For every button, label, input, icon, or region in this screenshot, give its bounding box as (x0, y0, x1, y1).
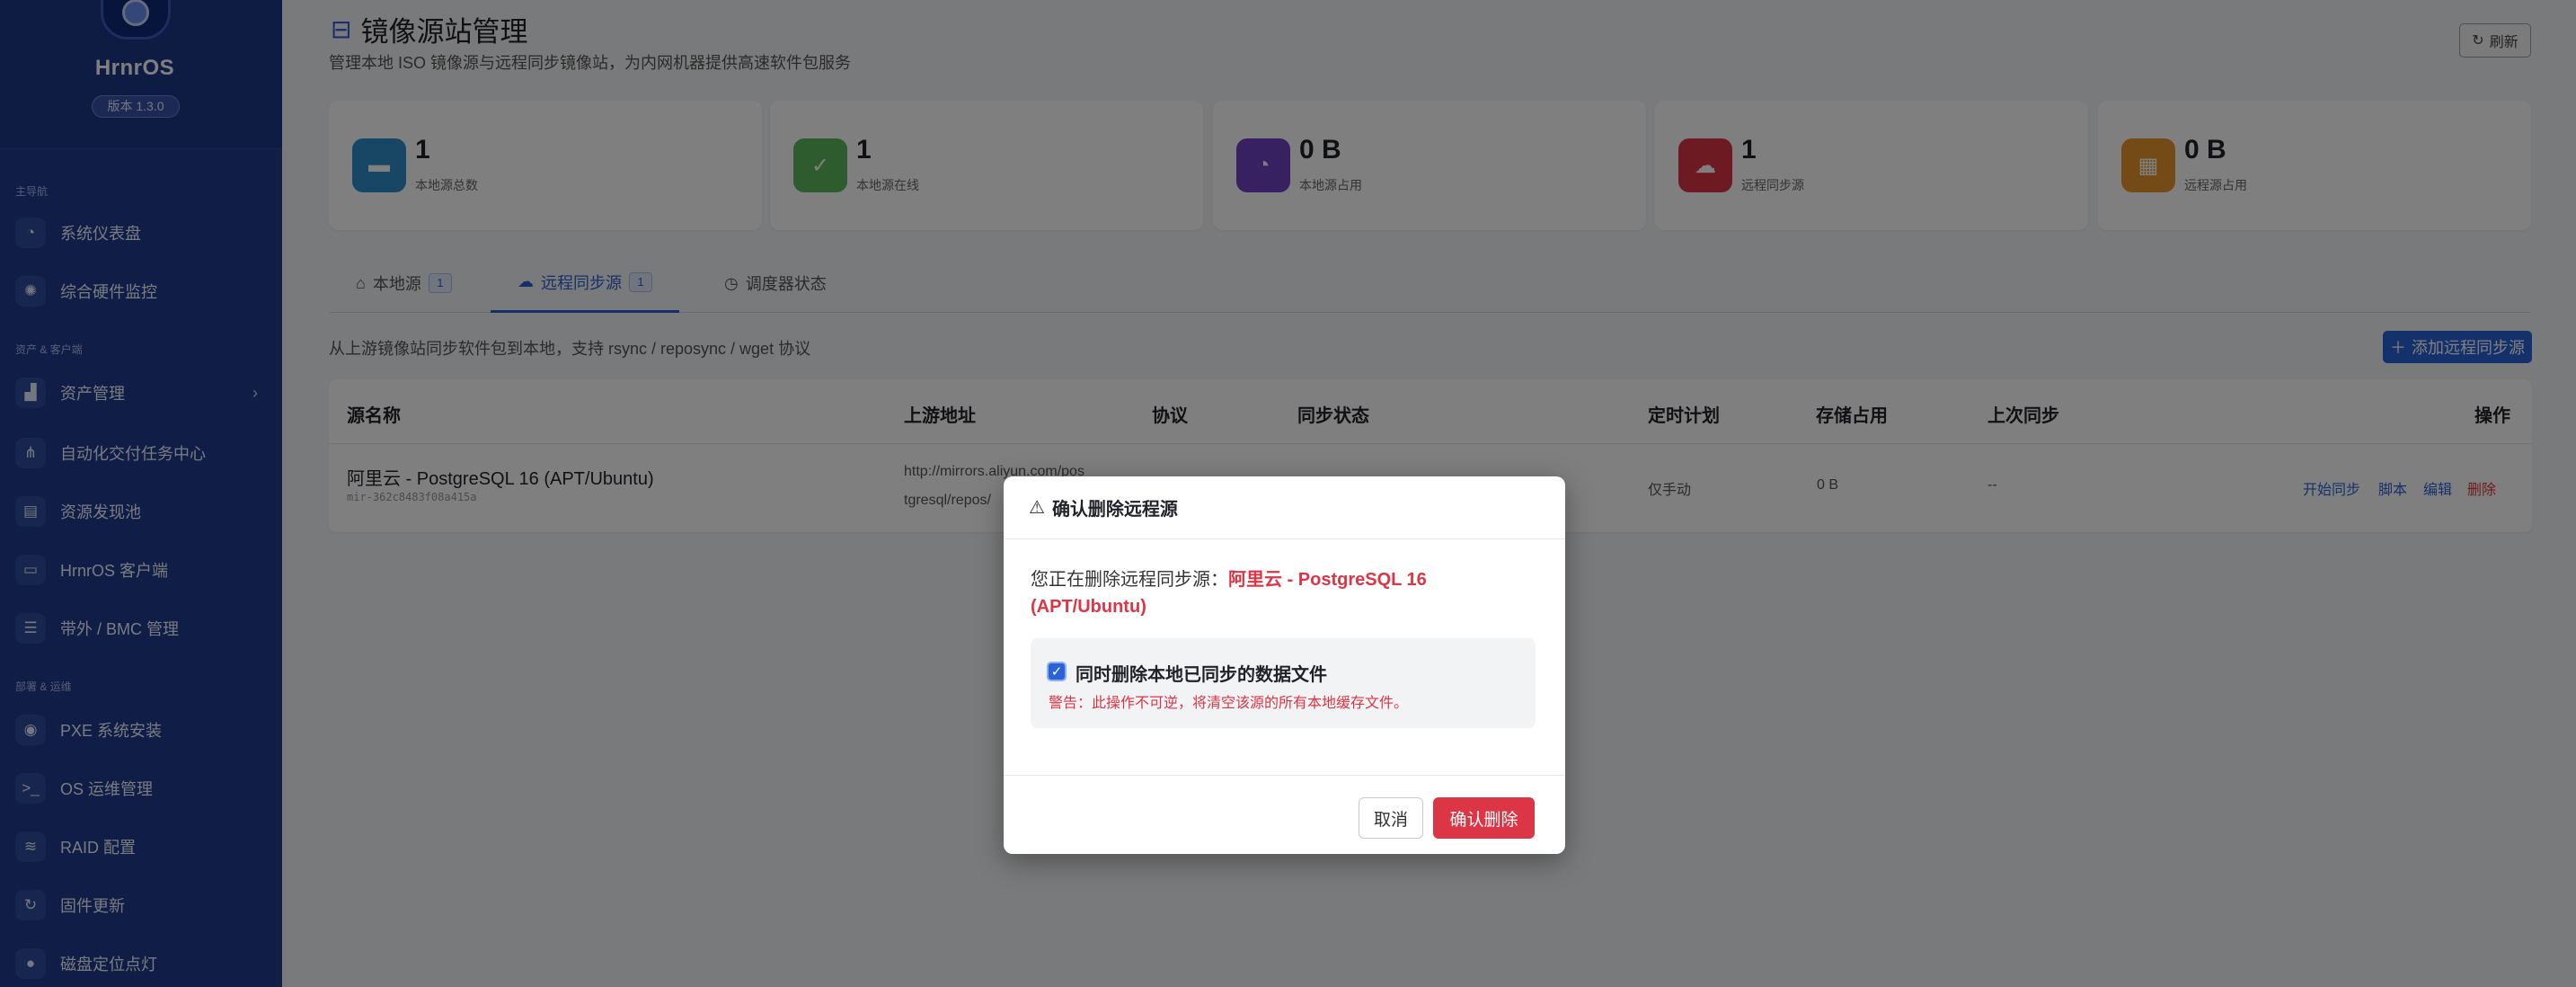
irreversible-warning: 警告：此操作不可逆，将清空该源的所有本地缓存文件。 (1049, 696, 1409, 711)
cancel-button[interactable]: 取消 (1359, 797, 1423, 839)
delete-local-files-checkbox[interactable]: ✓ (1047, 662, 1067, 681)
dialog-message: 您正在删除远程同步源：阿里云 - PostgreSQL 16 (APT/Ubun… (1031, 566, 1489, 620)
checkbox-label[interactable]: 同时删除本地已同步的数据文件 (1076, 660, 1327, 686)
dialog-message-prefix: 您正在删除远程同步源： (1031, 570, 1228, 590)
dialog-header: ⚠ 确认删除远程源 (1004, 476, 1565, 539)
confirm-delete-dialog: ⚠ 确认删除远程源 您正在删除远程同步源：阿里云 - PostgreSQL 16… (1004, 476, 1565, 854)
confirm-delete-button[interactable]: 确认删除 (1433, 797, 1535, 839)
delete-files-option: ✓ 同时删除本地已同步的数据文件 警告：此操作不可逆，将清空该源的所有本地缓存文… (1031, 638, 1536, 728)
warning-triangle-icon: ⚠ (1029, 498, 1045, 518)
dialog-title: 确认删除远程源 (1051, 500, 1178, 520)
dialog-footer: 取消 确认删除 (1004, 775, 1565, 854)
